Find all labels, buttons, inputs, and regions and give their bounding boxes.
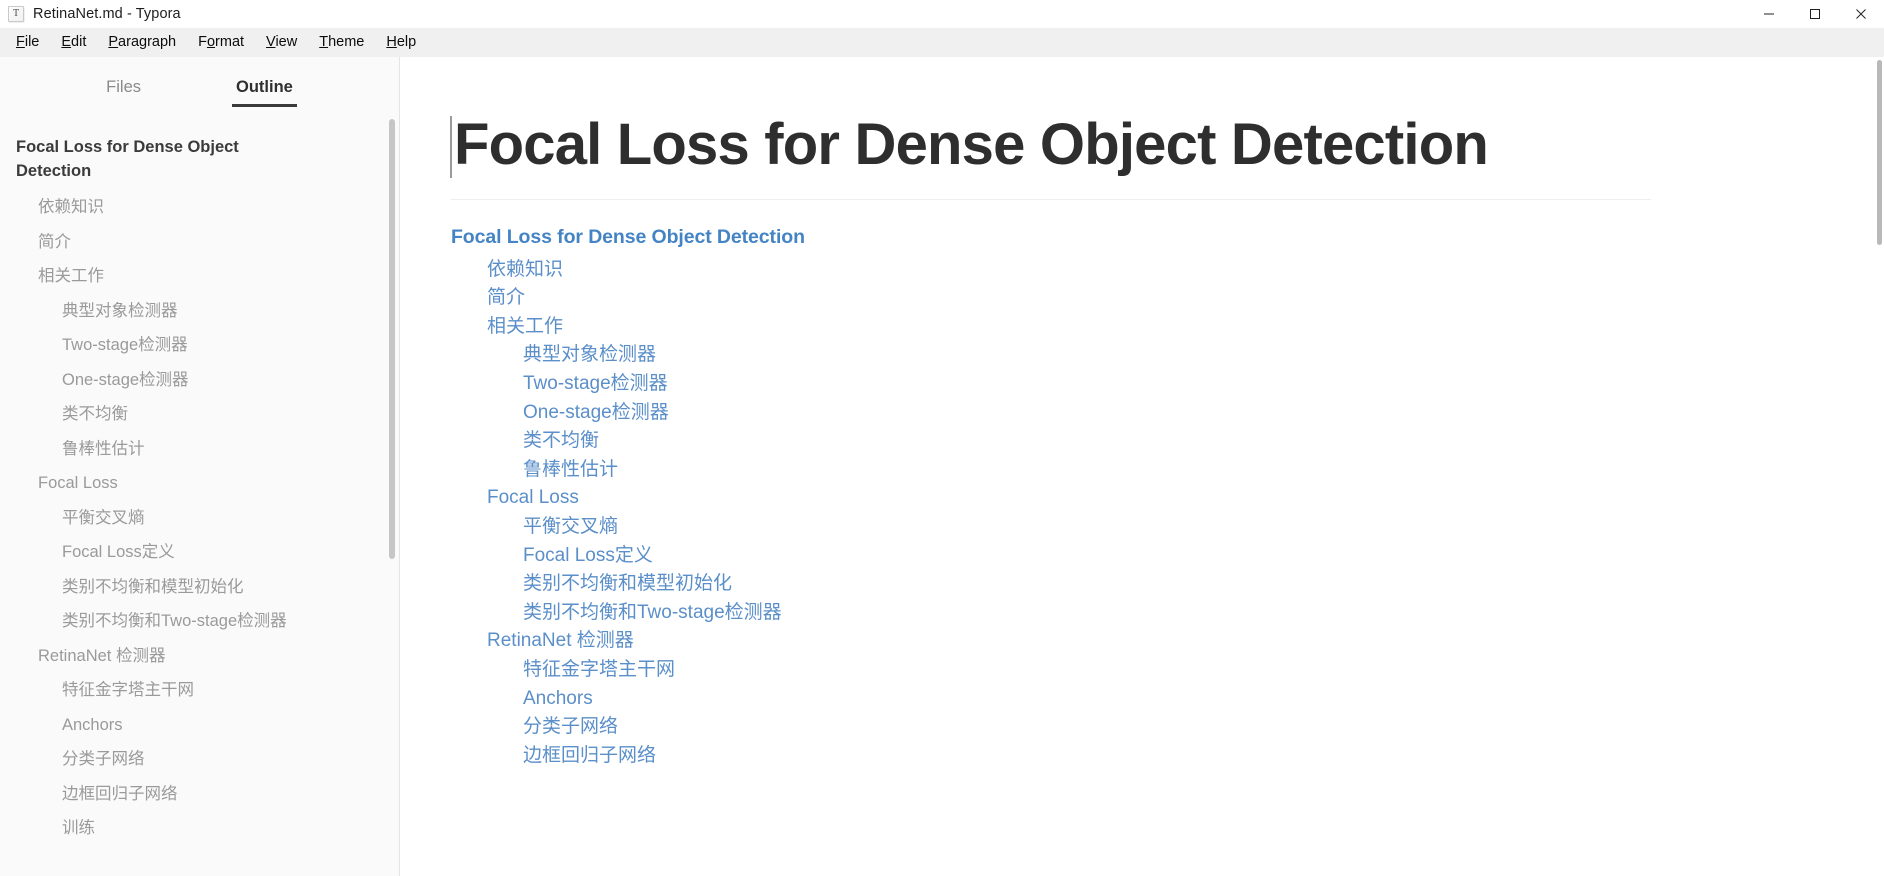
outline-item[interactable]: Focal Loss定义 [0, 535, 399, 570]
menu-paragraph[interactable]: Paragraph [97, 31, 187, 54]
sidebar-tabs: Files Outline [0, 57, 399, 119]
toc-link[interactable]: Focal Loss for Dense Object Detection [451, 222, 1884, 253]
outline-item[interactable]: 平衡交叉熵 [0, 501, 399, 536]
page-title: Focal Loss for Dense Object Detection [454, 112, 1489, 177]
close-icon[interactable] [1838, 0, 1884, 28]
document-body: Focal Loss for Dense Object Detection Fo… [401, 57, 1884, 770]
outline-item[interactable]: Two-stage检测器 [0, 328, 399, 363]
window-title: RetinaNet.md - Typora [33, 6, 181, 22]
outline-item[interactable]: 依赖知识 [0, 190, 399, 225]
content-scrollbar[interactable] [1877, 60, 1882, 245]
menu-edit[interactable]: Edit [50, 31, 97, 54]
outline-list: Focal Loss for Dense Object Detection 依赖知… [0, 127, 399, 876]
minimize-icon[interactable] [1746, 0, 1792, 28]
sidebar: Files Outline Focal Loss for Dense Objec… [0, 57, 400, 876]
outline-item[interactable]: 鲁棒性估计 [0, 432, 399, 467]
toc-link[interactable]: 相关工作 [451, 313, 1884, 342]
outline-item[interactable]: Focal Loss for Dense Object Detection [0, 127, 300, 183]
outline-item[interactable]: 分类子网络 [0, 742, 399, 777]
toc-link[interactable]: 边框回归子网络 [451, 742, 1884, 771]
toc-link[interactable]: 类别不均衡和Two-stage检测器 [451, 599, 1884, 628]
outline-item[interactable]: 典型对象检测器 [0, 294, 399, 329]
outline-item[interactable]: RetinaNet 检测器 [0, 639, 399, 674]
sidebar-tab-outline[interactable]: Outline [232, 78, 297, 107]
outline-item[interactable]: 简介 [0, 225, 399, 260]
outline-item[interactable]: One-stage检测器 [0, 363, 399, 398]
typora-app-icon: T [8, 6, 24, 22]
outline-item[interactable]: 特征金字塔主干网 [0, 673, 399, 708]
outline-item[interactable]: 训练 [0, 811, 399, 846]
toc-link[interactable]: 类别不均衡和模型初始化 [451, 570, 1884, 599]
toc-link[interactable]: 鲁棒性估计 [451, 456, 1884, 485]
menu-view[interactable]: View [255, 31, 308, 54]
toc-link[interactable]: 分类子网络 [451, 713, 1884, 742]
menu-file[interactable]: File [5, 31, 50, 54]
toc-link[interactable]: RetinaNet 检测器 [451, 627, 1884, 656]
document-title-block: Focal Loss for Dense Object Detection [450, 112, 1651, 200]
toc-link[interactable]: 类不均衡 [451, 427, 1884, 456]
outline-item[interactable]: 类不均衡 [0, 397, 399, 432]
toc-link[interactable]: Focal Loss [451, 484, 1884, 513]
maximize-icon[interactable] [1792, 0, 1838, 28]
sidebar-scrollbar[interactable] [389, 119, 395, 559]
workspace: Files Outline Focal Loss for Dense Objec… [0, 57, 1884, 876]
toc-link[interactable]: Focal Loss定义 [451, 542, 1884, 571]
toc-link[interactable]: 特征金字塔主干网 [451, 656, 1884, 685]
toc-link[interactable]: 依赖知识 [451, 256, 1884, 285]
outline-item[interactable]: 相关工作 [0, 259, 399, 294]
toc-link[interactable]: Two-stage检测器 [451, 370, 1884, 399]
menu-help[interactable]: Help [375, 31, 427, 54]
window-controls [1746, 0, 1884, 28]
outline-item[interactable]: 边框回归子网络 [0, 777, 399, 812]
toc-link[interactable]: 简介 [451, 284, 1884, 313]
menu-format[interactable]: Format [187, 31, 255, 54]
editor-content[interactable]: Focal Loss for Dense Object Detection Fo… [401, 57, 1884, 876]
table-of-contents: Focal Loss for Dense Object Detection 依赖知… [401, 222, 1884, 771]
outline-item[interactable]: Anchors [0, 708, 399, 743]
text-cursor [450, 116, 452, 178]
toc-link[interactable]: Anchors [451, 685, 1884, 714]
sidebar-tab-files[interactable]: Files [106, 78, 141, 107]
toc-link[interactable]: 平衡交叉熵 [451, 513, 1884, 542]
menubar: File Edit Paragraph Format View Theme He… [0, 28, 1884, 57]
toc-link[interactable]: 典型对象检测器 [451, 341, 1884, 370]
menu-theme[interactable]: Theme [308, 31, 375, 54]
window-titlebar: T RetinaNet.md - Typora [0, 0, 1884, 28]
outline-item[interactable]: 类别不均衡和模型初始化 [0, 570, 399, 605]
outline-item[interactable]: 类别不均衡和Two-stage检测器 [0, 604, 399, 639]
outline-item[interactable]: Focal Loss [0, 466, 399, 501]
toc-link[interactable]: One-stage检测器 [451, 399, 1884, 428]
